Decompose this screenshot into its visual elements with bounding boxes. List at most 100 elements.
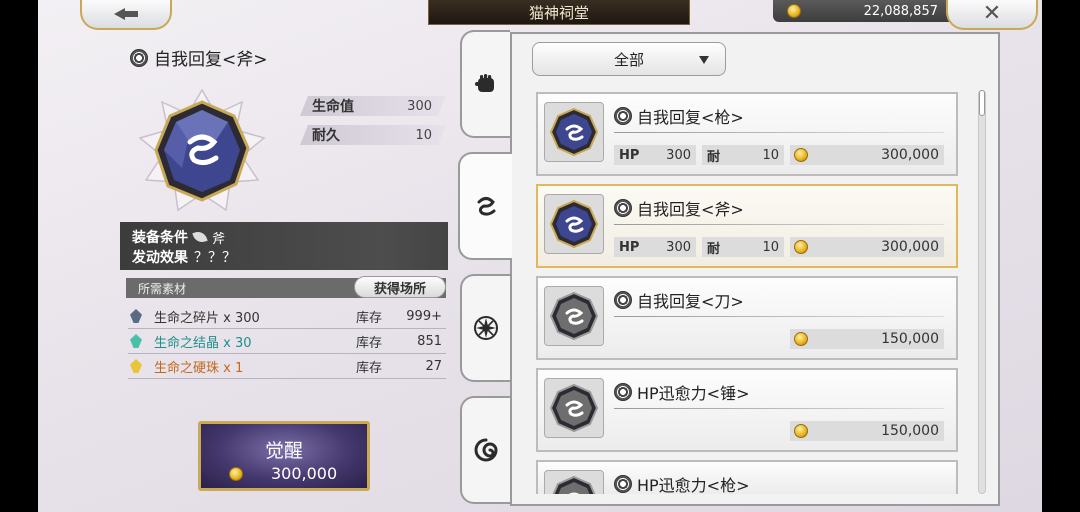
effect-label: 发动效果 bbox=[132, 250, 188, 266]
equip-condition-box: 装备条件 斧 发动效果 ？？？ bbox=[120, 222, 448, 270]
equip-condition-label: 装备条件 bbox=[132, 230, 188, 246]
skill-gear-icon bbox=[614, 383, 632, 401]
coin-icon bbox=[794, 424, 808, 438]
cost-segment: 150,000 bbox=[790, 329, 944, 349]
cost-value: 300,000 bbox=[881, 239, 939, 255]
hp-label: HP bbox=[619, 147, 640, 163]
stat-durability-value: 10 bbox=[415, 127, 432, 143]
skill-card-name: 自我回复<刀> bbox=[637, 292, 744, 311]
durability-segment: 耐 10 bbox=[702, 145, 784, 165]
cost-value: 150,000 bbox=[881, 331, 939, 347]
crystal-icon bbox=[130, 334, 142, 348]
selected-skill-title: 自我回复<斧> bbox=[130, 45, 268, 70]
hard-pearl-icon bbox=[130, 359, 142, 373]
stat-durability-row: 耐久 10 bbox=[300, 125, 446, 145]
card-divider bbox=[614, 316, 944, 317]
equip-condition-value: 斧 bbox=[212, 231, 226, 247]
material-row[interactable]: 生命之硬珠 x 1 库存 27 bbox=[128, 354, 446, 379]
scrollbar-thumb[interactable] bbox=[979, 90, 985, 116]
skill-card-selected[interactable]: 自我回复<斧> HP 300 耐 10 300,000 bbox=[536, 184, 958, 268]
screen-title: 猫神祠堂 bbox=[428, 0, 690, 25]
cost-value: 150,000 bbox=[881, 423, 939, 439]
coin-icon bbox=[794, 240, 808, 254]
durability-label: 耐 bbox=[707, 241, 721, 257]
tab-swirl[interactable] bbox=[458, 152, 512, 260]
skill-gear-icon bbox=[614, 291, 632, 309]
coin-icon bbox=[794, 148, 808, 162]
get-location-button[interactable]: 获得场所 bbox=[354, 276, 446, 298]
scrollbar[interactable] bbox=[978, 90, 986, 494]
card-divider bbox=[614, 224, 944, 225]
material-row[interactable]: 生命之碎片 x 300 库存 999+ bbox=[128, 304, 446, 329]
skill-card-title: 自我回复<枪> bbox=[614, 104, 744, 128]
stat-hp-label: 生命值 bbox=[312, 99, 354, 115]
cost-value: 300,000 bbox=[881, 147, 939, 163]
axe-icon bbox=[192, 229, 208, 245]
skill-card[interactable]: HP迅愈力<枪> bbox=[536, 460, 958, 494]
card-divider bbox=[614, 132, 944, 133]
close-button[interactable]: ✕ bbox=[946, 0, 1038, 30]
skill-gear-icon bbox=[614, 475, 632, 493]
tab-fist[interactable] bbox=[460, 30, 510, 138]
coin-icon bbox=[794, 332, 808, 346]
durability-value: 10 bbox=[762, 239, 779, 255]
cost-segment: 300,000 bbox=[790, 145, 944, 165]
skill-card-title: HP迅愈力<锤> bbox=[614, 380, 750, 404]
hp-segment: HP 300 bbox=[614, 237, 696, 257]
vortex-icon bbox=[474, 438, 498, 462]
awaken-cost: 300,000 bbox=[229, 464, 337, 483]
stock-label: 库存 bbox=[356, 360, 383, 376]
currency-amount: 22,088,857 bbox=[863, 3, 938, 19]
stock-value: 27 bbox=[425, 358, 442, 374]
skill-gem-icon bbox=[544, 102, 604, 162]
skill-card-name: 自我回复<斧> bbox=[637, 200, 744, 219]
hp-label: HP bbox=[619, 239, 640, 255]
tab-star-burst[interactable] bbox=[460, 274, 510, 382]
effect-value: ？？？ bbox=[194, 250, 236, 266]
stock-value: 999+ bbox=[406, 308, 442, 324]
tab-vortex[interactable] bbox=[460, 396, 510, 504]
back-arrow-icon bbox=[114, 7, 138, 21]
skill-gear-icon bbox=[614, 199, 632, 217]
material-name: 生命之碎片 x 300 bbox=[154, 310, 260, 326]
card-divider bbox=[614, 408, 944, 409]
hp-value: 300 bbox=[666, 147, 691, 163]
skill-gear-icon bbox=[614, 107, 632, 125]
skill-card[interactable]: 自我回复<刀> 150,000 bbox=[536, 276, 958, 360]
skill-card-name: HP迅愈力<锤> bbox=[637, 384, 750, 403]
skill-gear-icon bbox=[130, 48, 148, 67]
stat-durability-label: 耐久 bbox=[312, 128, 340, 144]
material-name: 生命之硬珠 x 1 bbox=[154, 360, 244, 376]
filter-selected: 全部 bbox=[613, 50, 644, 69]
materials-header-label: 所需素材 bbox=[138, 281, 187, 296]
coin-icon bbox=[787, 4, 801, 18]
skill-card[interactable]: HP迅愈力<锤> 150,000 bbox=[536, 368, 958, 452]
hp-value: 300 bbox=[666, 239, 691, 255]
skill-card-title: 自我回复<斧> bbox=[614, 196, 744, 220]
hp-segment: HP 300 bbox=[614, 145, 696, 165]
material-row[interactable]: 生命之结晶 x 30 库存 851 bbox=[128, 329, 446, 354]
skill-card-name: 自我回复<枪> bbox=[637, 108, 744, 127]
skill-card-name: HP迅愈力<枪> bbox=[637, 476, 750, 494]
back-button[interactable] bbox=[80, 0, 172, 30]
close-icon: ✕ bbox=[982, 1, 1002, 26]
awaken-button[interactable]: 觉醒 300,000 bbox=[198, 421, 370, 491]
coin-icon bbox=[229, 466, 243, 481]
fragment-icon bbox=[130, 309, 142, 323]
skill-card[interactable]: 自我回复<枪> HP 300 耐 10 300,000 bbox=[536, 92, 958, 176]
filter-dropdown[interactable]: 全部 bbox=[532, 42, 726, 76]
skill-gem-icon bbox=[544, 378, 604, 438]
fist-icon bbox=[475, 74, 494, 92]
awaken-cost-value: 300,000 bbox=[271, 464, 338, 483]
skill-gem-icon bbox=[544, 470, 604, 494]
swirl-icon bbox=[477, 197, 496, 216]
cost-segment: 150,000 bbox=[790, 421, 944, 441]
material-name: 生命之结晶 x 30 bbox=[154, 335, 252, 351]
stat-hp-value: 300 bbox=[407, 98, 432, 114]
durability-segment: 耐 10 bbox=[702, 237, 784, 257]
selected-skill-gem-icon bbox=[138, 88, 266, 216]
skill-card-title: HP迅愈力<枪> bbox=[614, 472, 750, 494]
stat-hp-row: 生命值 300 bbox=[300, 96, 446, 116]
star-burst-icon bbox=[474, 316, 498, 340]
awaken-label: 觉醒 bbox=[264, 440, 303, 462]
